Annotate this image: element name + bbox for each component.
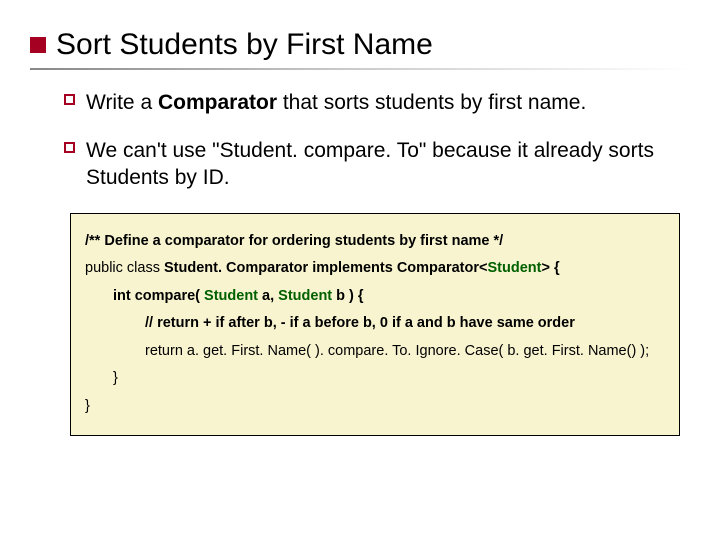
bullet-1-post: that sorts students by first name. bbox=[277, 91, 586, 114]
code-line-7: } bbox=[85, 393, 665, 421]
bullet-square-icon bbox=[64, 94, 75, 105]
code-l2d: Comparator< bbox=[397, 260, 488, 276]
bullet-1-bold: Comparator bbox=[158, 91, 277, 114]
code-l3d: Student bbox=[278, 288, 332, 304]
code-l3c: a, bbox=[258, 288, 278, 304]
slide-title: Sort Students by First Name bbox=[56, 28, 433, 62]
code-line-1: /** Define a comparator for ordering stu… bbox=[85, 228, 665, 256]
body: Write a Comparator that sorts students b… bbox=[30, 90, 690, 191]
bullet-2: We can't use "Student. compare. To" beca… bbox=[86, 138, 680, 191]
code-line-5: return a. get. First. Name( ). compare. … bbox=[85, 338, 665, 366]
slide: Sort Students by First Name Write a Comp… bbox=[0, 0, 720, 540]
code-l3a: int compare( bbox=[113, 288, 204, 304]
code-l2e: Student bbox=[487, 260, 541, 276]
code-line-4: // return + if after b, - if a before b,… bbox=[85, 310, 665, 338]
title-bullet-square-icon bbox=[30, 37, 46, 53]
code-box: /** Define a comparator for ordering stu… bbox=[70, 213, 680, 436]
bullet-square-icon bbox=[64, 142, 75, 153]
bullet-2-text: We can't use "Student. compare. To" beca… bbox=[86, 139, 654, 188]
code-l2b: Student. Comparator bbox=[164, 260, 308, 276]
code-line-6: } bbox=[85, 365, 665, 393]
code-line-2: public class Student. Comparator impleme… bbox=[85, 255, 665, 283]
code-l3b: Student bbox=[204, 288, 258, 304]
title-underline bbox=[30, 68, 690, 70]
bullet-1: Write a Comparator that sorts students b… bbox=[86, 90, 680, 116]
code-l2f: > { bbox=[541, 260, 559, 276]
bullet-1-pre: Write a bbox=[86, 91, 158, 114]
title-row: Sort Students by First Name bbox=[30, 28, 690, 62]
code-l2c: implements bbox=[308, 260, 397, 276]
code-line-3: int compare( Student a, Student b ) { bbox=[85, 283, 665, 311]
code-l3e: b ) { bbox=[332, 288, 363, 304]
code-l2a: public class bbox=[85, 260, 164, 276]
